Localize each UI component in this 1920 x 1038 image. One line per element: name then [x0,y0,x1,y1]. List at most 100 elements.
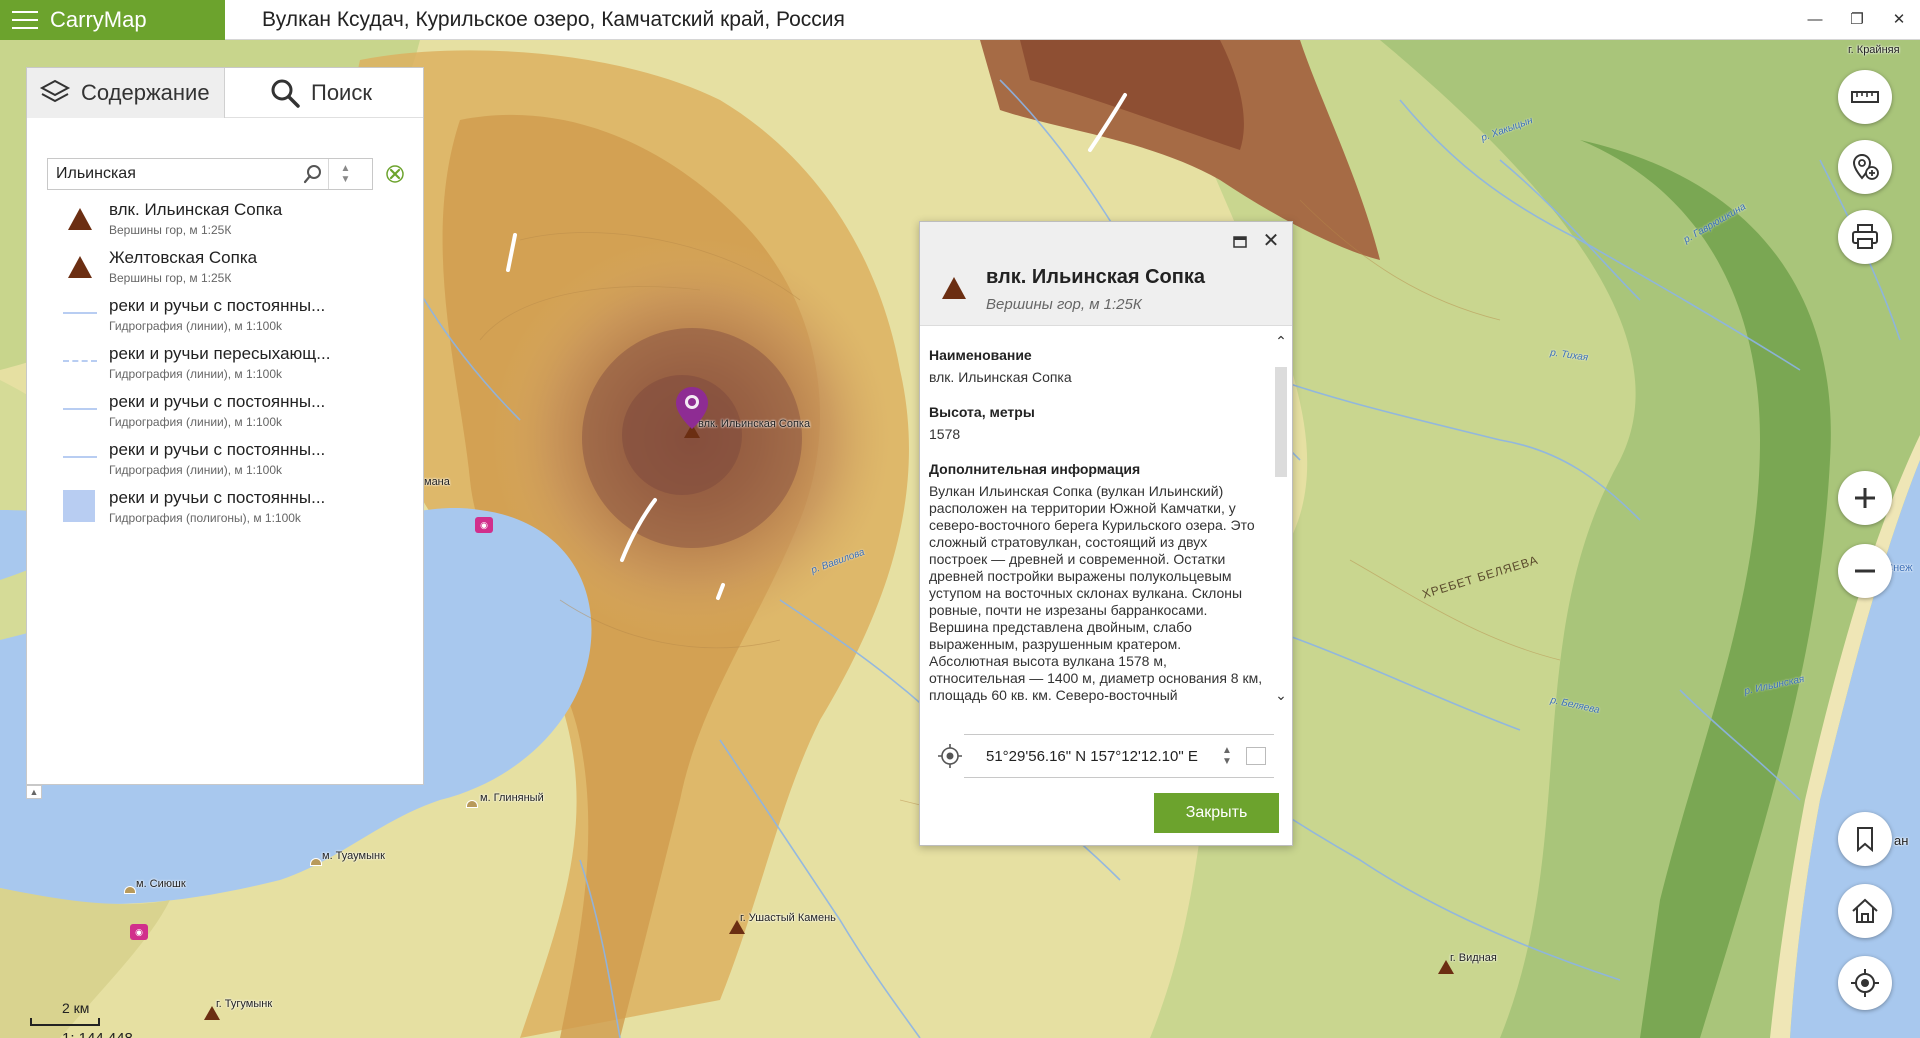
field-label: Дополнительная информация [929,461,1141,477]
field-label: Высота, метры [929,404,1035,420]
list-item[interactable]: Желтовская Сопка Вершины гор, м 1:25К [27,242,423,290]
home-icon [1852,898,1878,923]
map-label-krainyaya: г. Крайняя [1848,44,1900,56]
peak-symbol-icon [63,248,97,278]
zoom-in-button[interactable] [1838,471,1892,525]
scroll-thumb[interactable] [1275,367,1287,477]
measure-button[interactable] [1838,70,1892,124]
list-item[interactable]: влк. Ильинская Сопка Вершины гор, м 1:25К [27,194,423,242]
plus-icon [1855,488,1875,508]
side-panel: Содержание Поиск ▲▼ [26,67,424,785]
attribute-list: Наименование влк. Ильинская Сопка Высота… [929,347,1264,707]
search-go-button[interactable] [298,159,328,189]
result-name: реки и ручьи с постоянны... [109,488,326,507]
list-item[interactable]: реки и ручьи пересыхающ... Гидрография (л… [27,338,423,386]
coordinates-field[interactable]: 51°29'56.16" N 157°12'12.10" E ▲ ▼ [964,734,1274,778]
bookmarks-button[interactable] [1838,812,1892,866]
cape-icon [310,858,322,866]
scale-bar [30,1018,100,1026]
my-location-button[interactable] [1838,956,1892,1010]
search-icon [271,79,300,108]
map-label-vidnaya: г. Видная [1450,952,1497,964]
peak-symbol-icon [942,277,966,299]
result-layer: Вершины гор, м 1:25К [109,223,232,237]
add-pin-icon [1852,153,1879,180]
zoom-out-button[interactable] [1838,544,1892,598]
result-layer: Гидрография (полигоны), м 1:100k [109,511,301,525]
tab-search[interactable]: Поиск [225,68,423,117]
water-polygon-symbol-icon [63,488,97,522]
camera-poi-icon[interactable]: ◉ [130,924,148,940]
popup-header: ✕ влк. Ильинская Сопка Вершины гор, м 1:… [920,222,1292,326]
cape-icon [466,800,478,808]
window-close-button[interactable]: ✕ [1878,0,1920,40]
river-line-symbol-icon [63,440,97,470]
map-label-tuaumynk: м. Туаумынк [322,850,385,862]
copy-icon[interactable] [1246,747,1266,765]
search-icon [303,165,321,184]
river-line-symbol-icon [63,392,97,422]
map-label-ushasty: г. Ушастый Камень [740,912,836,924]
layers-icon [39,79,71,103]
close-button[interactable]: Закрыть [1154,793,1279,833]
scale-label: 2 км [62,1000,90,1016]
cape-icon [124,886,136,894]
restore-button[interactable]: ❐ [1836,0,1878,40]
popup-title: влк. Ильинская Сопка [986,266,1205,288]
tab-contents[interactable]: Содержание [27,68,225,118]
map-label-glinyany: м. Глиняный [480,792,544,804]
popup-close-button[interactable]: ✕ [1260,230,1282,252]
list-item[interactable]: реки и ручьи с постоянны... Гидрография (… [27,386,423,434]
scroll-up-icon[interactable]: ⌃ [1273,333,1289,349]
search-box: ▲▼ [47,158,373,190]
location-pin-icon[interactable] [674,385,710,431]
field-value: 1578 [929,426,961,442]
app-name: CarryMap [50,7,147,32]
result-layer: Гидрография (линии), м 1:100k [109,319,283,333]
search-row: ▲▼ [47,158,409,190]
result-name: Желтовская Сопка [109,248,258,267]
camera-poi-icon[interactable]: ◉ [475,517,493,533]
list-item[interactable]: реки и ручьи с постоянны... Гидрография (… [27,482,423,530]
tab-search-label: Поиск [311,79,372,105]
field-value: Вулкан Ильинская Сопка (вулкан Ильинский… [929,483,1263,703]
search-clear-button[interactable] [381,160,409,188]
popup-scrollbar[interactable]: ⌃ ⌄ [1270,327,1292,707]
scroll-down-icon[interactable]: ⌄ [1273,687,1289,703]
print-button[interactable] [1838,210,1892,264]
printer-icon [1852,224,1878,249]
bookmark-icon [1857,827,1873,853]
map-label-siyushk: м. Сиюшк [136,878,186,890]
add-placemark-button[interactable] [1838,140,1892,194]
list-item[interactable]: реки и ручьи с постоянны... Гидрография (… [27,290,423,338]
result-name: реки и ручьи с постоянны... [109,392,326,411]
panel-collapse-button[interactable]: ▲ [26,785,42,799]
river-dashed-symbol-icon [63,344,97,374]
clear-icon [386,165,404,183]
field-label: Наименование [929,347,1032,363]
popup-subtitle: Вершины гор, м 1:25К [986,296,1142,313]
river-line-symbol-icon [63,296,97,326]
crosshair-icon [1851,969,1879,997]
list-item[interactable]: реки и ручьи с постоянны... Гидрография (… [27,434,423,482]
app-menu-button[interactable]: CarryMap [0,0,225,40]
minimize-button[interactable]: — [1794,0,1836,40]
field-value: влк. Ильинская Сопка [929,369,1072,385]
map-label-an: ан [1894,833,1909,848]
crosshair-icon[interactable] [938,744,962,768]
popup-body[interactable]: Наименование влк. Ильинская Сопка Высота… [920,327,1292,707]
scale-ratio: 1: 144,448 [62,1030,133,1038]
search-options-spinner[interactable]: ▲ ▼ [328,159,362,189]
result-name: влк. Ильинская Сопка [109,200,283,219]
minus-icon [1855,569,1875,573]
search-input[interactable] [48,159,298,189]
home-button[interactable] [1838,884,1892,938]
maximize-icon[interactable] [1232,234,1248,250]
document-title: Вулкан Ксудач, Курильское озеро, Камчатс… [262,8,845,31]
title-bar: CarryMap Вулкан Ксудач, Курильское озеро… [0,0,1920,40]
coordinate-format-spinner[interactable]: ▲ ▼ [1216,745,1238,767]
result-name: реки и ручьи пересыхающ... [109,344,331,363]
result-layer: Гидрография (линии), м 1:100k [109,415,283,429]
coordinates-text: 51°29'56.16" N 157°12'12.10" E [986,747,1198,765]
result-name: реки и ручьи с постоянны... [109,440,326,459]
